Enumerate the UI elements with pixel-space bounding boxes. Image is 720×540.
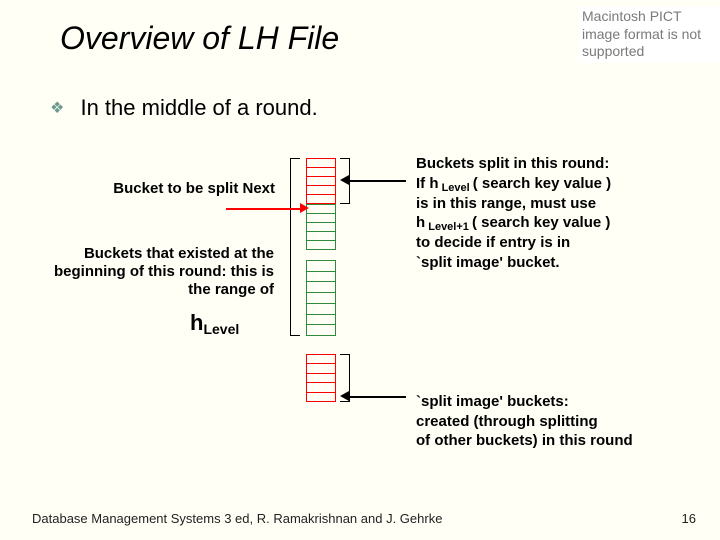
bullet-text: In the middle of a round.	[80, 95, 317, 120]
r1-l4sub: Level+1	[425, 221, 472, 233]
r1-l2h: h	[429, 175, 438, 192]
callout-split-this-round: Buckets split in this round: If h Level …	[416, 154, 706, 273]
slide: Overview of LH File Macintosh PICT image…	[0, 0, 720, 540]
r1-l2b: ( search key value )	[473, 175, 611, 192]
r1-l5: to decide if entry is in	[416, 234, 570, 251]
region-split-this-round	[306, 158, 336, 204]
arrow-bottom-connector	[350, 396, 406, 398]
bracket-left-range	[290, 158, 300, 336]
slide-title: Overview of LH File	[60, 20, 339, 57]
page-number: 16	[682, 511, 696, 526]
label-buckets-existed: Buckets that existed at the beginning of…	[32, 245, 274, 299]
r2-l3: of other buckets) in this round	[416, 432, 633, 449]
r1-l3: is in this range, must use	[416, 195, 596, 212]
region-next-to-split	[306, 204, 336, 250]
r2-l1: `split image' buckets:	[416, 393, 569, 410]
r1-l4h: h	[416, 214, 425, 231]
arrow-next-line	[226, 208, 302, 210]
r1-l2sub: Level	[439, 182, 473, 194]
lh-diagram	[296, 158, 406, 418]
arrow-top-connector	[350, 180, 406, 182]
h-base: h	[190, 310, 203, 335]
r2-l2: created (through splitting	[416, 413, 598, 430]
region-remaining	[306, 260, 336, 336]
region-split-image	[306, 354, 336, 402]
pict-placeholder: Macintosh PICT image format is not suppo…	[578, 6, 720, 63]
r1-l4b: ( search key value )	[472, 214, 610, 231]
r1-l6: `split image' bucket.	[416, 254, 560, 271]
arrow-next-head-icon	[300, 203, 309, 213]
r1-l2a: If	[416, 175, 429, 192]
label-h-level: hLevel	[190, 310, 239, 336]
arrow-bottom-head-icon	[340, 391, 349, 401]
footer-text: Database Management Systems 3 ed, R. Ram…	[32, 511, 442, 526]
label-bucket-to-split: Bucket to be split Next	[85, 180, 275, 198]
h-sub: Level	[203, 321, 239, 337]
callout-split-image: `split image' buckets: created (through …	[416, 392, 706, 451]
bullet-diamond-icon: ❖	[50, 98, 64, 118]
arrow-top-head-icon	[340, 175, 349, 185]
bullet-line: ❖ In the middle of a round.	[50, 95, 318, 121]
r1-l1: Buckets split in this round:	[416, 155, 609, 172]
